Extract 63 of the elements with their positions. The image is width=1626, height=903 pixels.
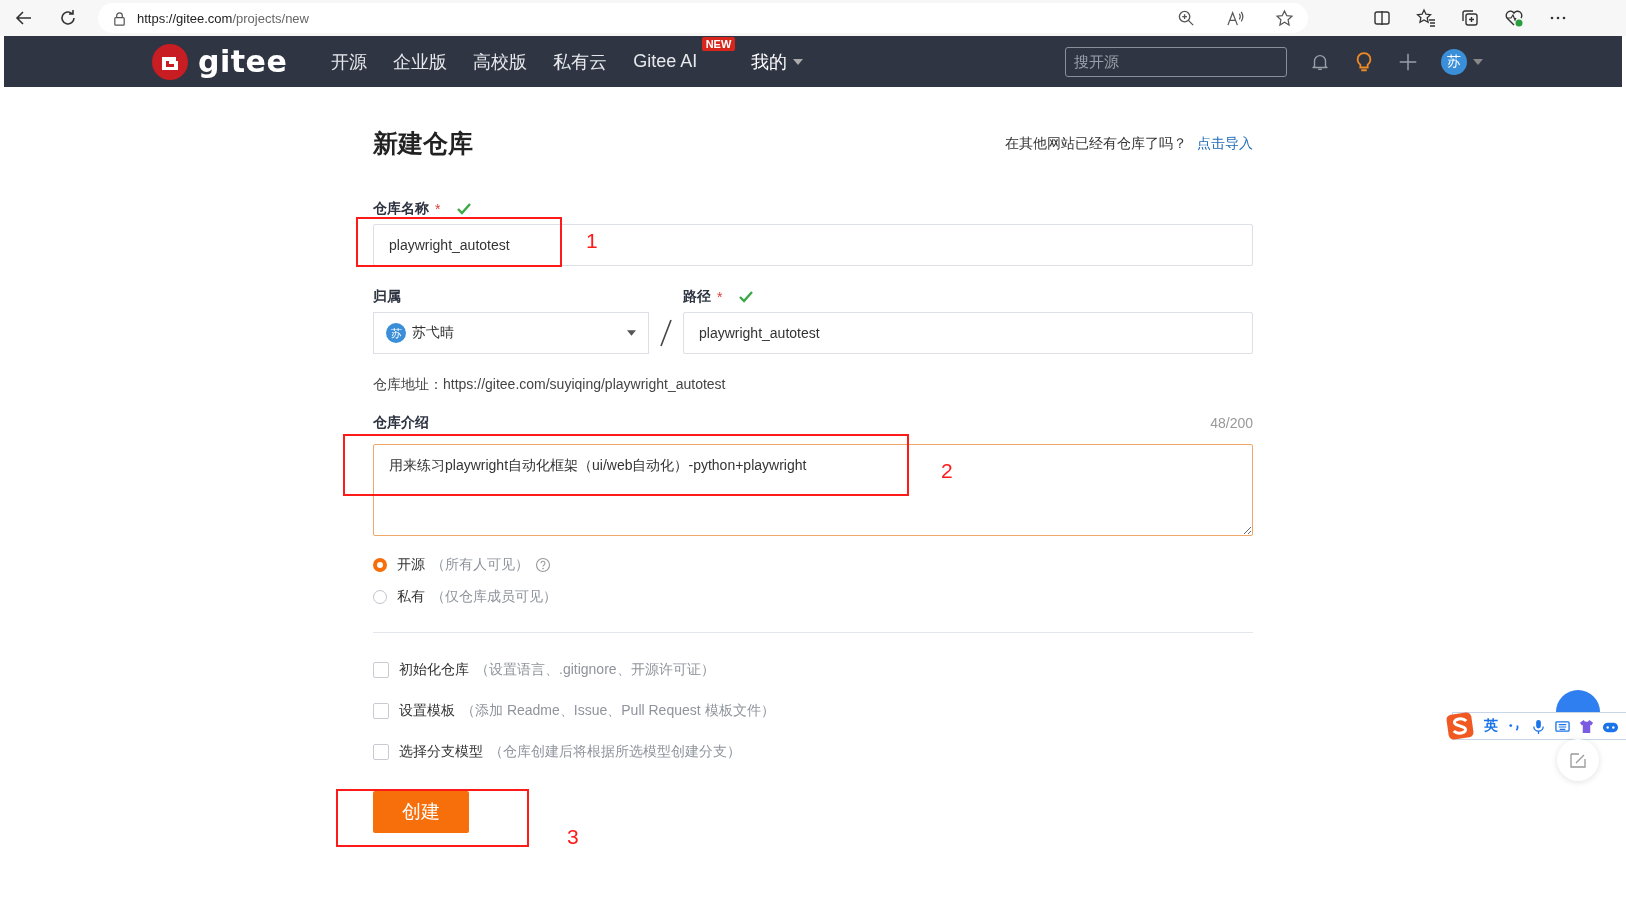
nav-link[interactable]: 私有云 [553,49,608,74]
logo-icon[interactable] [152,43,188,80]
caret-icon[interactable] [1473,58,1484,65]
ime-mode[interactable]: 英 [1484,717,1498,735]
option-hint: （设置语言、.gitignore、开源许可证） [475,661,715,679]
import-prompt: 在其他网站已经有仓库了吗？ [1005,134,1187,153]
new-badge: NEW [701,37,736,51]
caret-icon [627,330,636,336]
checkbox[interactable] [373,703,389,719]
logo-text[interactable]: gitee [198,44,288,79]
slash-divider-icon [659,318,673,348]
lock-icon[interactable] [112,10,127,26]
field-label: 路径 [683,288,711,306]
path-field[interactable]: playwright_autotest [683,312,1253,354]
favorites-icon[interactable] [1416,8,1436,28]
option-label: 初始化仓库 [399,661,469,679]
zoom-icon[interactable] [1177,8,1196,28]
health-icon[interactable] [1504,8,1524,28]
import-link[interactable]: 点击导入 [1197,134,1253,153]
address-bar[interactable]: https://gitee.com/projects/new [98,3,1308,33]
repo-address: 仓库地址：https://gitee.com/suyiqing/playwright_autotest [373,376,727,394]
option-label: 私有 [397,588,425,606]
page-title: 新建仓库 [373,128,473,159]
reload-icon[interactable] [58,8,78,28]
owner-select[interactable]: 苏 苏弋晴 [373,312,649,354]
mine-menu[interactable]: 我的 [751,49,804,74]
keyboard-icon[interactable] [1555,718,1570,734]
collections-icon[interactable] [1460,8,1480,28]
radio-button[interactable] [373,558,387,572]
search-field[interactable]: 搜开源 [1065,46,1288,77]
field-label: 仓库介绍 [373,414,429,432]
caret-icon [793,58,804,65]
microphone-icon[interactable] [1531,718,1546,734]
url-text: https://gitee.com/projects/new [137,10,310,26]
required-asterisk: * [717,289,723,305]
shirt-icon[interactable] [1579,718,1594,734]
read-aloud-icon[interactable] [1226,8,1245,28]
field-label: 仓库名称 [373,200,429,218]
option-hint: （仅仓库成员可见） [431,588,557,606]
checkbox[interactable] [373,662,389,678]
nav-link[interactable]: 开源 [331,49,368,74]
annotation-number: 3 [567,825,579,849]
character-count: 48/200 [1210,415,1253,431]
split-screen-icon[interactable] [1372,8,1392,28]
help-icon[interactable] [535,557,551,573]
nav-link[interactable]: 高校版 [473,49,528,74]
star-icon[interactable] [1275,8,1294,28]
required-asterisk: * [435,201,441,217]
option-label: 设置模板 [399,702,455,720]
nav-link[interactable]: 企业版 [393,49,448,74]
checkbox[interactable] [373,744,389,760]
option-label: 开源 [397,556,425,574]
edit-icon [1568,750,1588,770]
ime-logo-icon[interactable] [1445,711,1475,741]
radio-button[interactable] [373,590,387,604]
option-hint: （添加 Readme、Issue、Pull Request 模板文件） [461,702,775,720]
annotation-number: 2 [941,459,953,483]
annotation-number: 1 [586,229,598,253]
option-hint: （所有人可见） [431,556,529,574]
field-label: 归属 [373,288,401,306]
option-hint: （仓库创建后将根据所选模型创建分支） [489,743,741,761]
option-label: 选择分支模型 [399,743,483,761]
user-avatar: 苏 [386,323,406,343]
